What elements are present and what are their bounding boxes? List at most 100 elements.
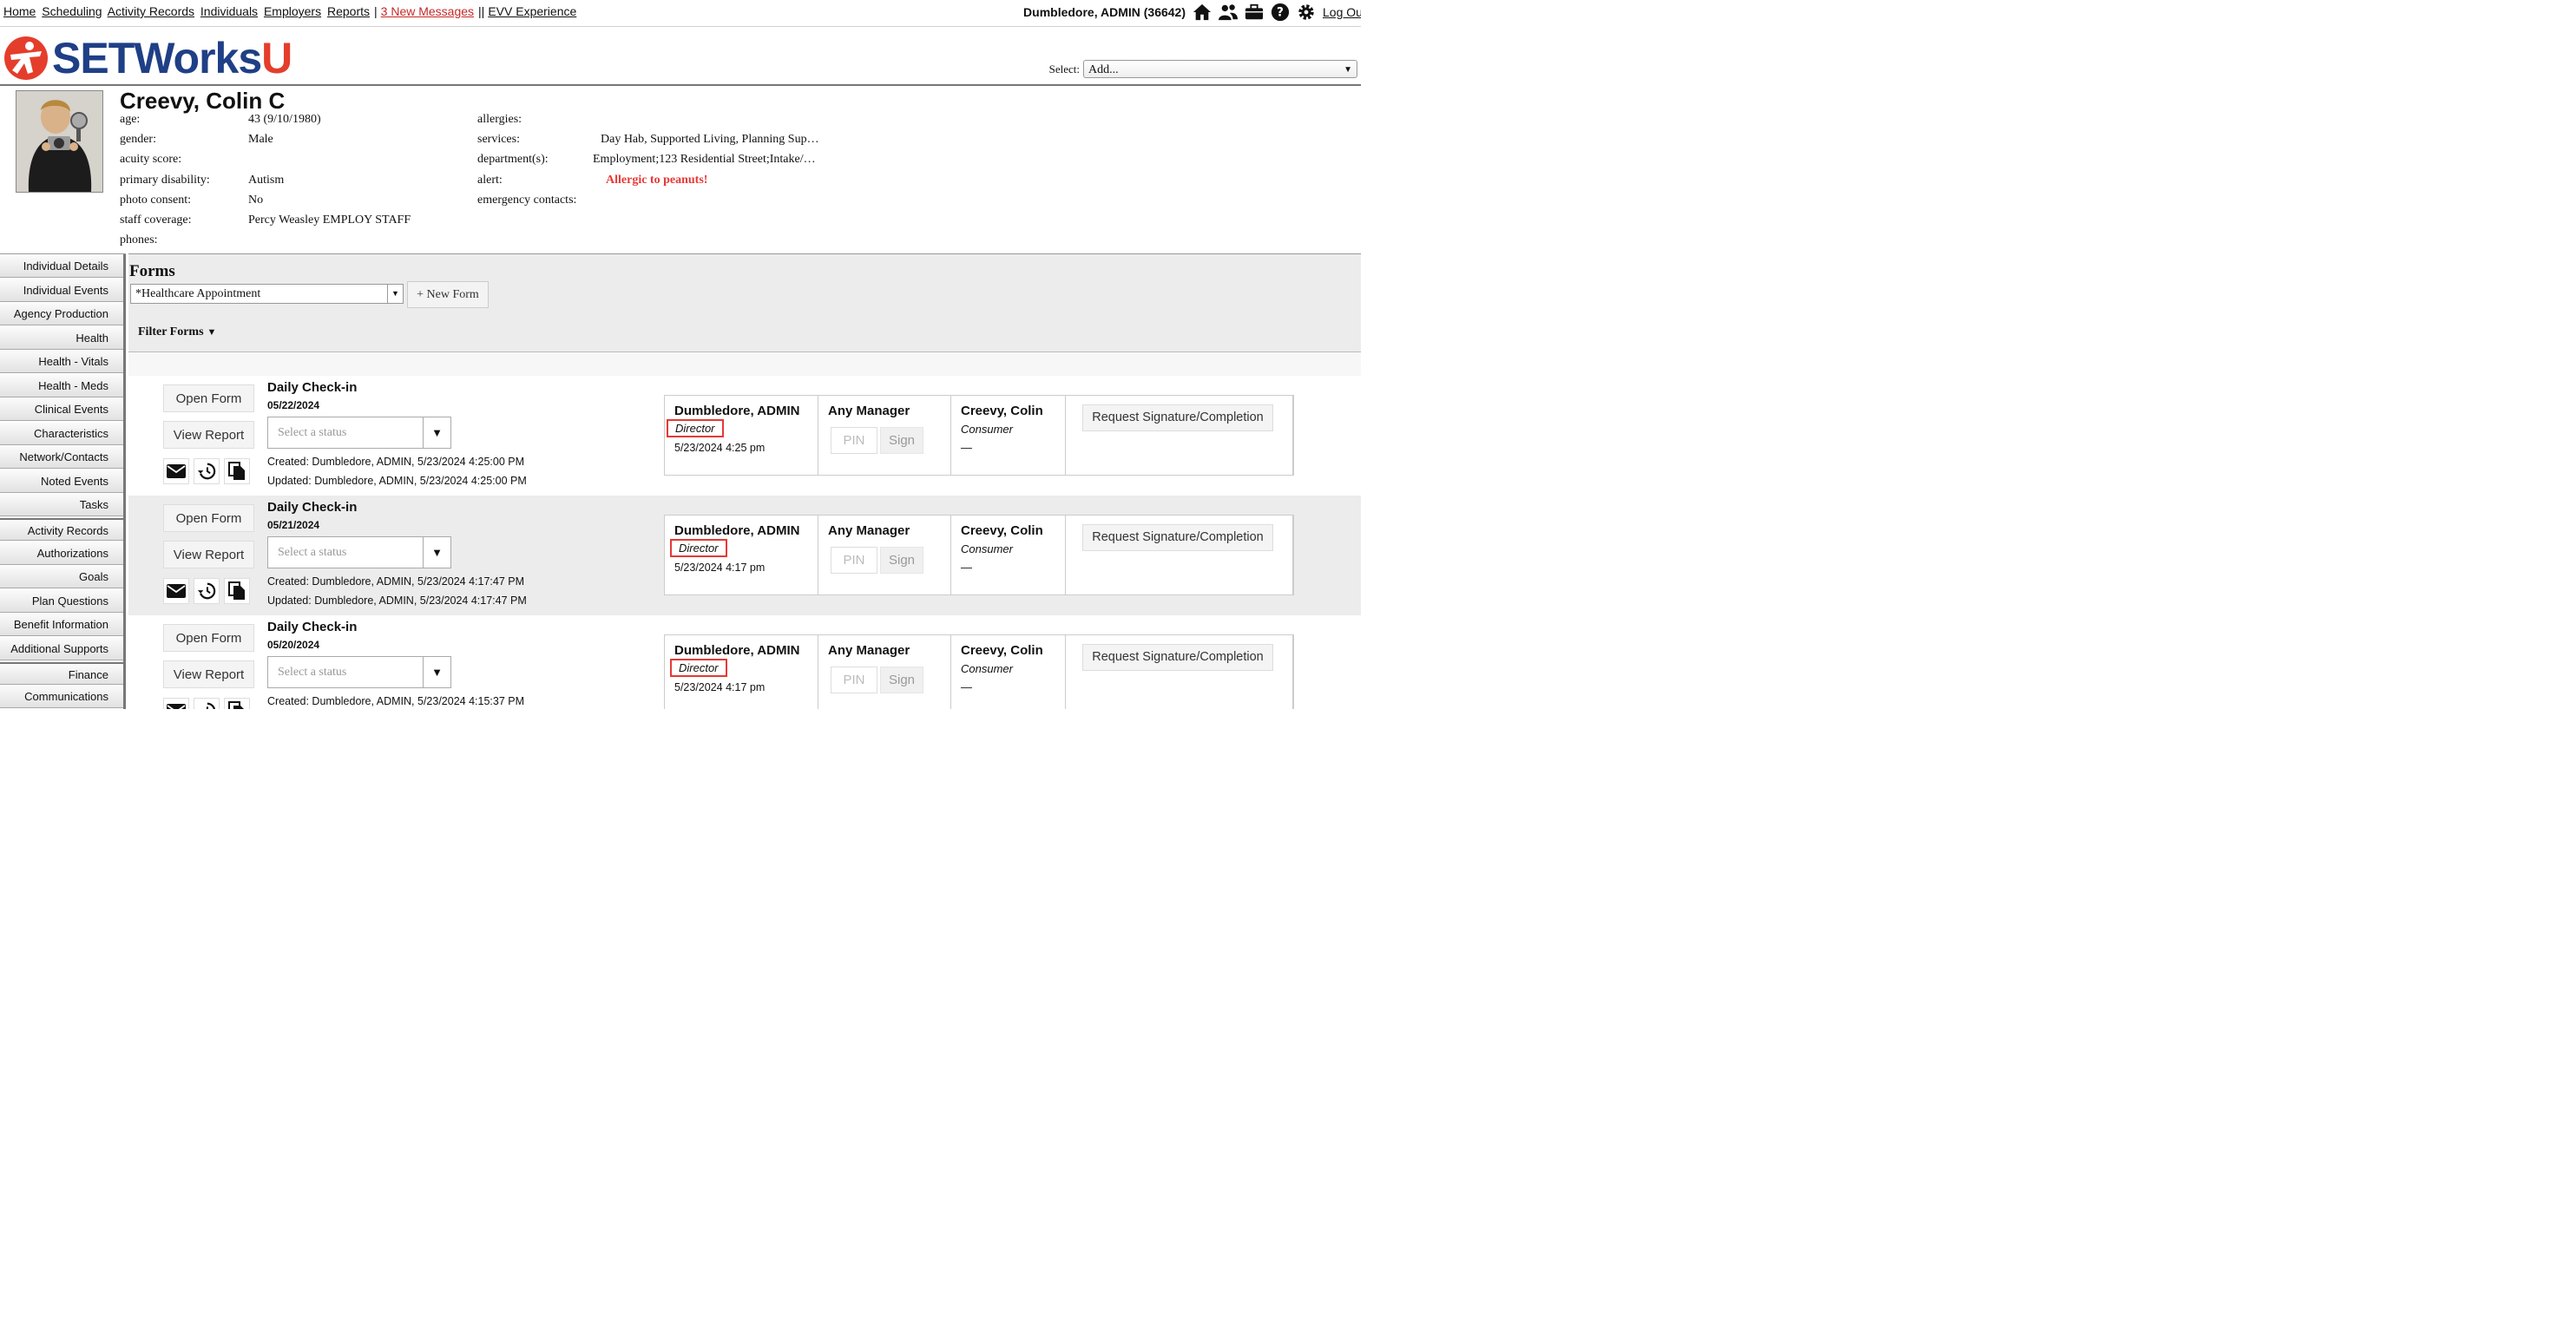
nav-employers-link[interactable]: Employers	[264, 4, 321, 18]
copy-icon[interactable]	[224, 458, 250, 484]
sidebar-item-network-contacts[interactable]: Network/Contacts	[0, 446, 126, 469]
nav-individuals-link[interactable]: Individuals	[200, 4, 258, 18]
sidebar-item-characteristics[interactable]: Characteristics	[0, 422, 126, 445]
sidebar-item-authorizations[interactable]: Authorizations	[0, 542, 126, 565]
pin-input[interactable]: PIN	[831, 547, 877, 574]
request-signature-panel: Request Signature/Completion	[1065, 515, 1293, 595]
profile-field: allergies:	[477, 109, 842, 129]
sidebar-item-benefit-information[interactable]: Benefit Information	[0, 614, 126, 636]
profile-details-left: age: 43 (9/10/1980) gender: Male acuity sc…	[120, 109, 467, 250]
profile-field: gender: Male	[120, 129, 467, 149]
logout-link[interactable]: Log Out	[1323, 5, 1361, 19]
sidebar-item-finance[interactable]: Finance	[0, 661, 126, 685]
sidebar-item-individual-events[interactable]: Individual Events	[0, 279, 126, 302]
user-area: Dumbledore, ADMIN (36642) ? Log Out	[1023, 2, 1361, 23]
sign-button[interactable]: Sign	[880, 547, 923, 574]
nav-reports-link[interactable]: Reports	[327, 4, 370, 18]
sidebar-item-health-meds[interactable]: Health - Meds	[0, 374, 126, 397]
created-info: Created: Dumbledore, ADMIN, 5/23/2024 4:…	[267, 456, 524, 468]
status-select[interactable]: Select a status ▼	[267, 417, 451, 449]
nav-activity-records-link[interactable]: Activity Records	[108, 4, 194, 18]
form-actions	[163, 698, 254, 709]
evv-experience-link[interactable]: EVV Experience	[488, 4, 576, 18]
nav-separator: ||	[478, 4, 485, 18]
sidebar-item-agency-production[interactable]: Agency Production	[0, 303, 126, 325]
briefcase-icon[interactable]	[1245, 3, 1264, 22]
form-date: 05/21/2024	[267, 519, 320, 531]
photo-image	[16, 91, 102, 192]
email-icon[interactable]	[163, 698, 189, 709]
new-messages-link[interactable]: 3 New Messages	[381, 4, 474, 18]
home-icon[interactable]	[1193, 3, 1212, 22]
copy-icon[interactable]	[224, 698, 250, 709]
new-form-button[interactable]: + New Form	[407, 281, 489, 308]
setworks-logo[interactable]: SETWorks U	[3, 36, 292, 81]
signed-at: 5/23/2024 4:17 pm	[674, 562, 766, 574]
field-label: gender:	[120, 133, 156, 147]
request-signature-button[interactable]: Request Signature/Completion	[1082, 524, 1273, 551]
sidebar-item-tasks[interactable]: Tasks	[0, 494, 126, 516]
sidebar-item-clinical-events[interactable]: Clinical Events	[0, 398, 126, 421]
nav-home-link[interactable]: Home	[3, 4, 36, 18]
open-form-button[interactable]: Open Form	[163, 624, 254, 652]
open-form-button[interactable]: Open Form	[163, 504, 254, 532]
email-icon[interactable]	[163, 578, 189, 604]
field-label: photo consent:	[120, 193, 192, 207]
request-signature-button[interactable]: Request Signature/Completion	[1082, 644, 1273, 671]
sidebar-item-plan-questions[interactable]: Plan Questions	[0, 589, 126, 613]
profile-details-right: allergies: services: Day Hab, Supported L…	[477, 109, 842, 210]
email-icon[interactable]	[163, 458, 189, 484]
sidebar-item-health-vitals[interactable]: Health - Vitals	[0, 351, 126, 373]
form-date: 05/22/2024	[267, 399, 320, 411]
history-icon[interactable]	[194, 698, 220, 709]
users-icon[interactable]	[1219, 3, 1238, 22]
created-info: Created: Dumbledore, ADMIN, 5/23/2024 4:…	[267, 575, 524, 588]
pin-input[interactable]: PIN	[831, 667, 877, 693]
form-title[interactable]: Daily Check-in	[267, 620, 357, 634]
view-report-button[interactable]: View Report	[163, 660, 254, 688]
main-nav-links: Home Scheduling Activity Records Individ…	[3, 4, 579, 18]
copy-icon[interactable]	[224, 578, 250, 604]
view-report-button[interactable]: View Report	[163, 541, 254, 568]
status-placeholder: Select a status	[278, 666, 347, 679]
logo-figure-icon	[4, 36, 48, 80]
sidebar-item-additional-supports[interactable]: Additional Supports	[0, 637, 126, 660]
gear-icon[interactable]	[1297, 3, 1316, 22]
status-select[interactable]: Select a status ▼	[267, 536, 451, 568]
forms-panel: Forms *Healthcare Appointment ▼ + New Fo…	[128, 253, 1361, 709]
form-title[interactable]: Daily Check-in	[267, 380, 357, 395]
filter-forms-toggle[interactable]: Filter Forms ▼	[138, 325, 216, 339]
form-type-select[interactable]: *Healthcare Appointment ▼	[130, 284, 404, 304]
signature-cell-staff: Dumbledore, ADMIN Director 5/23/2024 4:2…	[665, 396, 818, 475]
sidebar-item-goals[interactable]: Goals	[0, 566, 126, 588]
field-label: allergies:	[477, 113, 522, 126]
sign-button[interactable]: Sign	[880, 667, 923, 693]
sidebar-item-communications[interactable]: Communications	[0, 686, 126, 708]
individual-photo	[16, 90, 103, 193]
individual-profile: Creevy, Colin C age: 43 (9/10/1980) gende…	[0, 86, 1361, 253]
history-icon[interactable]	[194, 578, 220, 604]
signed-at: 5/23/2024 4:25 pm	[674, 442, 766, 454]
sidebar-item-health[interactable]: Health	[0, 326, 126, 350]
triangle-down-icon: ▼	[207, 327, 217, 338]
open-form-button[interactable]: Open Form	[163, 384, 254, 412]
request-signature-button[interactable]: Request Signature/Completion	[1082, 404, 1273, 431]
field-label: age:	[120, 113, 141, 126]
sidebar-item-activity-records[interactable]: Activity Records	[0, 518, 126, 541]
pin-input[interactable]: PIN	[831, 427, 877, 454]
header-bar: SETWorks U Select: Add... ▼	[0, 27, 1361, 86]
sign-button[interactable]: Sign	[880, 427, 923, 454]
history-icon[interactable]	[194, 458, 220, 484]
sidebar-item-individual-details[interactable]: Individual Details	[0, 255, 126, 278]
nav-scheduling-link[interactable]: Scheduling	[42, 4, 102, 18]
add-select-dropdown[interactable]: Add... ▼	[1083, 60, 1357, 78]
updated-info: Updated: Dumbledore, ADMIN, 5/23/2024 4:…	[267, 594, 527, 607]
sidebar-item-noted-events[interactable]: Noted Events	[0, 470, 126, 493]
help-icon[interactable]: ?	[1271, 3, 1290, 22]
form-title[interactable]: Daily Check-in	[267, 500, 357, 515]
profile-field: age: 43 (9/10/1980)	[120, 109, 467, 129]
status-select[interactable]: Select a status ▼	[267, 656, 451, 688]
view-report-button[interactable]: View Report	[163, 421, 254, 449]
profile-field: department(s): Employment;123 Residential…	[477, 149, 842, 169]
consumer-name: Creevy, Colin	[961, 404, 1043, 418]
